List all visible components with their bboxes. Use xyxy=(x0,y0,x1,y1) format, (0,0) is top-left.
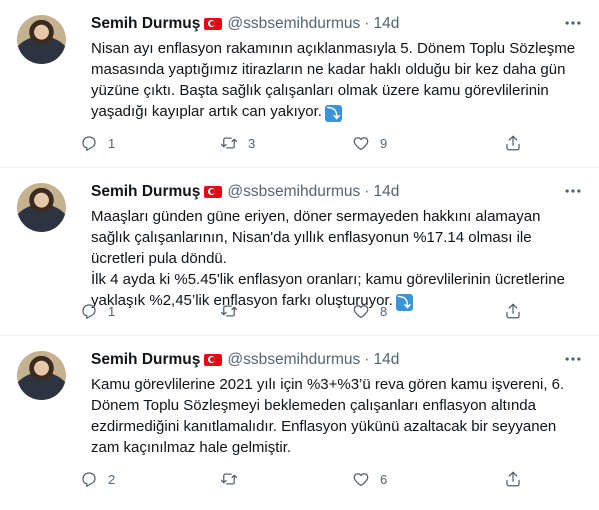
more-icon[interactable] xyxy=(563,13,583,33)
author-handle[interactable]: @ssbsemihdurmus xyxy=(227,15,360,33)
share-icon xyxy=(506,471,520,487)
tweet-header: Semih Durmuş @ssbsemihdurmus · 14d xyxy=(91,13,563,35)
tweet-text: Maaşları günden güne eriyen, döner serma… xyxy=(91,206,577,311)
share-icon xyxy=(506,303,520,319)
like-count: 8 xyxy=(380,303,388,319)
author-name[interactable]: Semih Durmuş xyxy=(91,183,200,201)
tweet-text: Nisan ayı enflasyon rakamının açıklanmas… xyxy=(91,38,577,122)
author-name[interactable]: Semih Durmuş xyxy=(91,15,200,33)
separator-dot: · xyxy=(364,351,370,368)
timestamp[interactable]: 14d xyxy=(373,183,399,201)
separator-dot: · xyxy=(364,183,370,200)
reply-count: 1 xyxy=(108,303,116,319)
retweet-button[interactable] xyxy=(220,466,248,492)
more-icon[interactable] xyxy=(563,181,583,201)
turkey-flag-icon xyxy=(204,18,223,30)
retweet-icon xyxy=(220,473,238,485)
reply-count: 2 xyxy=(108,471,116,487)
heart-icon xyxy=(353,305,369,319)
author-handle[interactable]: @ssbsemihdurmus xyxy=(227,183,360,201)
tweet-text: Kamu görevlilerine 2021 yılı için %3+%3’… xyxy=(91,374,577,458)
retweet-icon xyxy=(220,305,238,317)
like-button[interactable]: 6 xyxy=(352,466,387,492)
like-count: 9 xyxy=(380,135,388,151)
author-handle[interactable]: @ssbsemihdurmus xyxy=(227,351,360,369)
avatar[interactable] xyxy=(17,183,66,232)
turkey-flag-icon xyxy=(204,354,223,366)
tweet-actions: 1 3 9 xyxy=(80,130,559,156)
share-icon xyxy=(506,135,520,151)
timestamp[interactable]: 14d xyxy=(373,351,399,369)
more-icon[interactable] xyxy=(563,349,583,369)
timestamp[interactable]: 14d xyxy=(373,15,399,33)
share-button[interactable] xyxy=(504,466,532,492)
author-name[interactable]: Semih Durmuş xyxy=(91,351,200,369)
tweet[interactable]: Semih Durmuş @ssbsemihdurmus · 14d Nisan… xyxy=(0,0,599,168)
like-button[interactable]: 8 xyxy=(352,298,387,324)
avatar[interactable] xyxy=(17,351,66,400)
heart-icon xyxy=(353,137,369,151)
reply-icon xyxy=(82,304,96,320)
tweet-text-paragraph: Maaşları günden güne eriyen, döner serma… xyxy=(91,208,541,267)
tweet-header: Semih Durmuş @ssbsemihdurmus · 14d xyxy=(91,349,563,371)
heart-icon xyxy=(353,473,369,487)
retweet-count: 3 xyxy=(248,135,256,151)
share-button[interactable] xyxy=(504,298,532,324)
timeline: Semih Durmuş @ssbsemihdurmus · 14d Nisan… xyxy=(0,0,599,504)
separator-dot: · xyxy=(364,15,370,32)
tweet[interactable]: Semih Durmuş @ssbsemihdurmus · 14d Maaşl… xyxy=(0,168,599,336)
avatar[interactable] xyxy=(17,15,66,64)
tweet-actions: 2 6 xyxy=(80,466,559,492)
reply-icon xyxy=(82,472,96,488)
like-count: 6 xyxy=(380,471,388,487)
like-button[interactable]: 9 xyxy=(352,130,387,156)
retweet-icon xyxy=(220,137,238,149)
arrow-down-right-icon: ⤵ xyxy=(324,105,342,122)
tweet-header: Semih Durmuş @ssbsemihdurmus · 14d xyxy=(91,181,563,203)
reply-button[interactable]: 1 xyxy=(80,130,115,156)
reply-button[interactable]: 2 xyxy=(80,466,115,492)
reply-count: 1 xyxy=(108,135,116,151)
tweet[interactable]: Semih Durmuş @ssbsemihdurmus · 14d Kamu … xyxy=(0,336,599,504)
reply-button[interactable]: 1 xyxy=(80,298,115,324)
reply-icon xyxy=(82,136,96,152)
share-button[interactable] xyxy=(504,130,532,156)
tweet-text-paragraph: Kamu görevlilerine 2021 yılı için %3+%3’… xyxy=(91,376,565,456)
retweet-button[interactable] xyxy=(220,298,248,324)
tweet-actions: 1 8 xyxy=(80,298,559,324)
retweet-button[interactable]: 3 xyxy=(220,130,255,156)
turkey-flag-icon xyxy=(204,186,223,198)
